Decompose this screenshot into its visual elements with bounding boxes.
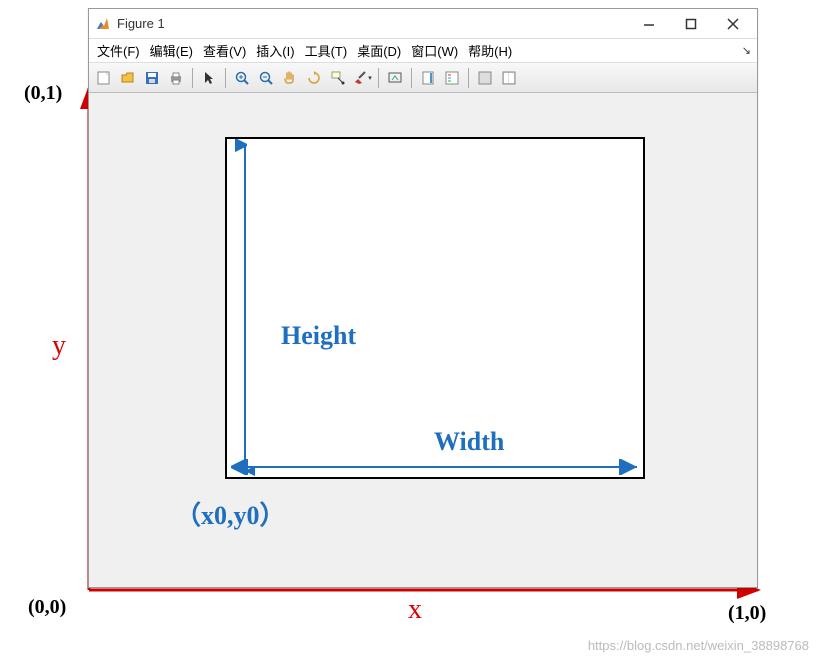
menu-overflow-icon[interactable]: ↘ <box>742 44 751 57</box>
height-arrow <box>235 139 255 477</box>
figure-canvas: Height Width （x0,y0） <box>89 93 757 587</box>
brush-icon[interactable]: ▾ <box>351 67 373 89</box>
menu-insert[interactable]: 插入(I) <box>252 39 298 62</box>
minimize-button[interactable] <box>635 13 663 35</box>
matlab-icon <box>95 16 111 32</box>
legend-icon[interactable] <box>441 67 463 89</box>
zoom-in-icon[interactable] <box>231 67 253 89</box>
corner-label-bottom-right: (1,0) <box>728 602 766 625</box>
new-figure-icon[interactable] <box>93 67 115 89</box>
toolbar-separator <box>468 68 469 88</box>
window-title: Figure 1 <box>117 16 635 31</box>
menu-tools[interactable]: 工具(T) <box>301 39 352 62</box>
window-controls <box>635 13 751 35</box>
height-label: Height <box>281 321 356 351</box>
toolbar-separator <box>411 68 412 88</box>
link-icon[interactable] <box>384 67 406 89</box>
zoom-out-icon[interactable] <box>255 67 277 89</box>
toolbar-separator <box>378 68 379 88</box>
corner-label-bottom-left: (0,0) <box>28 596 66 619</box>
corner-label-top-left: (0,1) <box>24 82 62 105</box>
toolbar: ▾ <box>89 63 757 93</box>
colorbar-icon[interactable] <box>417 67 439 89</box>
maximize-button[interactable] <box>677 13 705 35</box>
pointer-icon[interactable] <box>198 67 220 89</box>
hide-plot-tools-icon[interactable] <box>474 67 496 89</box>
show-plot-tools-icon[interactable] <box>498 67 520 89</box>
rotate-icon[interactable] <box>303 67 325 89</box>
origin-label: （x0,y0） <box>175 495 286 532</box>
toolbar-separator <box>192 68 193 88</box>
menu-file[interactable]: 文件(F) <box>93 39 144 62</box>
watermark-text: https://blog.csdn.net/weixin_38898768 <box>588 638 809 653</box>
data-cursor-icon[interactable] <box>327 67 349 89</box>
width-arrow <box>227 457 643 477</box>
menubar: 文件(F) 编辑(E) 查看(V) 插入(I) 工具(T) 桌面(D) 窗口(W… <box>89 39 757 63</box>
figure-window: Figure 1 文件(F) 编辑(E) 查看(V) 插入(I) 工具(T) 桌… <box>88 8 758 588</box>
save-icon[interactable] <box>141 67 163 89</box>
close-button[interactable] <box>719 13 747 35</box>
titlebar: Figure 1 <box>89 9 757 39</box>
open-icon[interactable] <box>117 67 139 89</box>
pan-icon[interactable] <box>279 67 301 89</box>
menu-view[interactable]: 查看(V) <box>199 39 250 62</box>
width-label: Width <box>434 427 504 457</box>
menu-desktop[interactable]: 桌面(D) <box>353 39 405 62</box>
toolbar-separator <box>225 68 226 88</box>
menu-help[interactable]: 帮助(H) <box>464 39 516 62</box>
x-axis-label: x <box>408 594 422 626</box>
print-icon[interactable] <box>165 67 187 89</box>
menu-edit[interactable]: 编辑(E) <box>146 39 197 62</box>
menu-window[interactable]: 窗口(W) <box>407 39 462 62</box>
y-axis-label: y <box>52 330 66 362</box>
